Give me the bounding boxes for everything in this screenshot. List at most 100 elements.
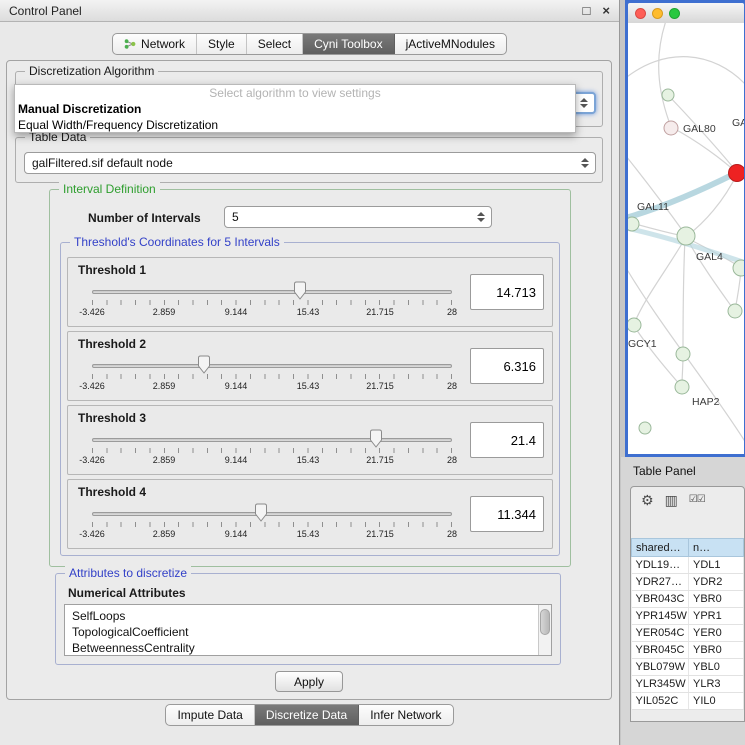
select-columns-icon[interactable]: ☑☑ — [689, 495, 705, 505]
apply-button[interactable]: Apply — [275, 671, 343, 692]
attribute-list-item[interactable]: TopologicalCoefficient — [72, 624, 551, 640]
table-row[interactable]: YIL052CYIL0 — [632, 693, 744, 710]
slider-tick-labels: -3.4262.8599.14415.4321.71528 — [92, 381, 452, 392]
slider-ticks — [92, 300, 452, 305]
table-cell: YBR043C — [632, 591, 689, 608]
slider-tick-labels: -3.4262.8599.14415.4321.71528 — [92, 455, 452, 466]
table-data-selected: galFiltered.sif default node — [32, 156, 173, 170]
gene-node[interactable] — [677, 227, 695, 245]
table-panel-title: Table Panel — [621, 457, 745, 478]
gene-node[interactable] — [733, 260, 744, 276]
cyni-mode-tabs: Impute Data Discretize Data Infer Networ… — [165, 704, 453, 726]
tick-label: 2.859 — [153, 381, 176, 391]
tick-label: 21.715 — [366, 529, 394, 539]
column-header-name[interactable]: n… — [689, 539, 744, 557]
tick-label: 9.144 — [225, 455, 248, 465]
threshold-value-input[interactable]: 6.316 — [470, 348, 544, 384]
zoom-traffic-light[interactable] — [669, 8, 680, 19]
tab-network[interactable]: Network — [113, 34, 197, 54]
slider-track[interactable] — [92, 364, 452, 368]
table-cell: YIL052C — [632, 693, 689, 710]
tab-discretize-data[interactable]: Discretize Data — [255, 705, 359, 725]
tick-label: 28 — [447, 455, 457, 465]
threshold-value-input[interactable]: 14.713 — [470, 274, 544, 310]
threshold-slider[interactable]: -3.4262.8599.14415.4321.71528 — [92, 280, 452, 324]
network-window-titlebar — [628, 3, 744, 23]
threshold-slider[interactable]: -3.4262.8599.14415.4321.71528 — [92, 354, 452, 398]
tick-label: 15.43 — [297, 381, 320, 391]
slider-track[interactable] — [92, 512, 452, 516]
network-graph: GAL80 GA GAL11 GAL4 GCY1 HAP2 — [628, 23, 744, 454]
table-row[interactable]: YER054CYER0 — [632, 625, 744, 642]
slider-thumb[interactable] — [369, 429, 383, 448]
slider-track[interactable] — [92, 290, 452, 294]
slider-track[interactable] — [92, 438, 452, 442]
float-window-icon[interactable]: □ — [583, 4, 591, 17]
gene-node[interactable] — [664, 121, 678, 135]
attributes-group: Attributes to discretize Numerical Attri… — [55, 573, 561, 665]
column-header-shared[interactable]: shared… — [632, 539, 689, 557]
selected-gene-node[interactable] — [729, 165, 745, 182]
tick-label: 28 — [447, 381, 457, 391]
table-cell: YBR0 — [689, 591, 744, 608]
threshold-panel: Threshold 1 -3.4262.8599.14415.4321.7152… — [67, 257, 553, 327]
combo-arrows-icon — [477, 212, 485, 222]
gear-icon[interactable]: ⚙ — [641, 493, 654, 507]
gene-node[interactable] — [676, 347, 690, 361]
table-row[interactable]: YBR043CYBR0 — [632, 591, 744, 608]
scrollbar-thumb[interactable] — [540, 609, 550, 635]
slider-thumb[interactable] — [293, 281, 307, 300]
dropdown-option-equal-width[interactable]: Equal Width/Frequency Discretization — [15, 117, 575, 133]
table-cell: YIL0 — [689, 693, 744, 710]
gene-node[interactable] — [728, 304, 742, 318]
tab-impute-data[interactable]: Impute Data — [166, 705, 254, 725]
numerical-attributes-list: SelfLoopsTopologicalCoefficientBetweenne… — [65, 605, 551, 656]
table-row[interactable]: YDL19…YDL1 — [632, 557, 744, 574]
threshold-slider[interactable]: -3.4262.8599.14415.4321.71528 — [92, 428, 452, 472]
threshold-value-input[interactable]: 11.344 — [470, 496, 544, 532]
threshold-value-input[interactable]: 21.4 — [470, 422, 544, 458]
table-row[interactable]: YLR345WYLR3 — [632, 676, 744, 693]
dropdown-option-manual[interactable]: Manual Discretization — [15, 101, 575, 117]
node-label: GAL80 — [683, 123, 716, 135]
tab-select[interactable]: Select — [247, 34, 303, 54]
table-row[interactable]: YBL079WYBL0 — [632, 659, 744, 676]
network-icon — [124, 38, 136, 50]
table-row[interactable]: YPR145WYPR1 — [632, 608, 744, 625]
tab-infer-network[interactable]: Infer Network — [359, 705, 452, 725]
table-cell: YDL19… — [632, 557, 689, 574]
threshold-panel: Threshold 2 -3.4262.8599.14415.4321.7152… — [67, 331, 553, 401]
tab-jactivemnodules[interactable]: jActiveMNodules — [395, 34, 506, 54]
minimize-traffic-light[interactable] — [652, 8, 663, 19]
gene-node[interactable] — [628, 318, 641, 332]
gene-node[interactable] — [628, 217, 639, 231]
gene-node[interactable] — [675, 380, 689, 394]
table-cell: YBR045C — [632, 642, 689, 659]
table-row[interactable]: YDR27…YDR2 — [632, 574, 744, 591]
threshold-slider[interactable]: -3.4262.8599.14415.4321.71528 — [92, 502, 452, 546]
thresholds-group: Threshold's Coordinates for 5 Intervals … — [60, 242, 560, 556]
gene-node[interactable] — [639, 422, 651, 434]
columns-icon[interactable]: ▥ — [665, 493, 678, 507]
attribute-list-item[interactable]: SelfLoops — [72, 608, 551, 624]
control-panel-window: Control Panel □ × Network Style Select C… — [0, 0, 620, 745]
control-panel-titlebar: Control Panel □ × — [0, 0, 619, 22]
interval-definition-group: Interval Definition Number of Intervals … — [49, 189, 571, 567]
attribute-list-item[interactable]: BetweennessCentrality — [72, 640, 551, 656]
number-of-intervals-value: 5 — [232, 210, 239, 224]
table-row[interactable]: YBR045CYBR0 — [632, 642, 744, 659]
network-canvas[interactable]: GAL80 GA GAL11 GAL4 GCY1 HAP2 — [628, 23, 744, 454]
tab-cyni-toolbox[interactable]: Cyni Toolbox — [303, 34, 394, 54]
close-icon[interactable]: × — [602, 4, 610, 17]
table-data-combobox[interactable]: galFiltered.sif default node — [24, 152, 596, 174]
number-of-intervals-combobox[interactable]: 5 — [224, 206, 492, 228]
close-traffic-light[interactable] — [635, 8, 646, 19]
slider-thumb[interactable] — [197, 355, 211, 374]
tab-style[interactable]: Style — [197, 34, 247, 54]
gene-node[interactable] — [662, 89, 674, 101]
threshold-label: Threshold 4 — [78, 485, 146, 499]
tick-label: 21.715 — [366, 381, 394, 391]
tick-label: 9.144 — [225, 381, 248, 391]
slider-thumb[interactable] — [254, 503, 268, 522]
list-scrollbar[interactable] — [538, 605, 551, 655]
